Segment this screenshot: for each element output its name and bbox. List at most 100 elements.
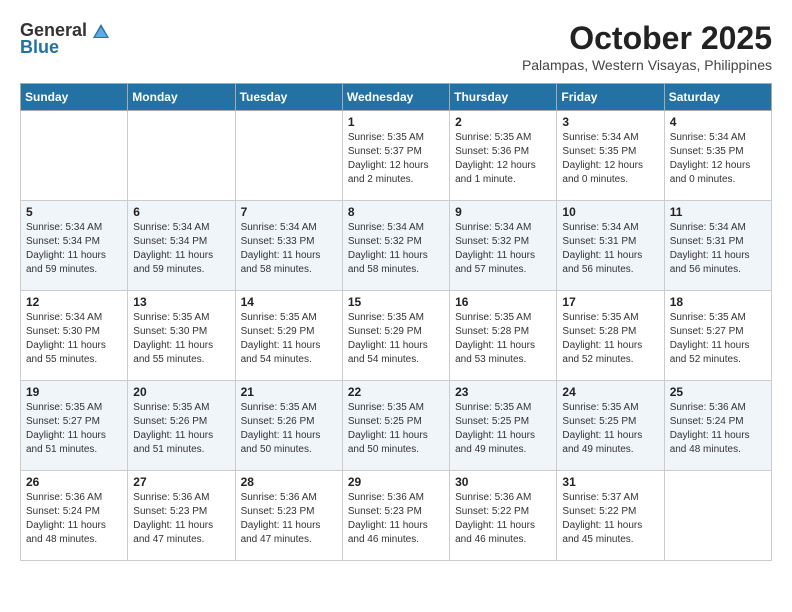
day-number: 2 <box>455 115 551 129</box>
calendar-cell <box>664 471 771 561</box>
calendar-cell: 21 Sunrise: 5:35 AM Sunset: 5:26 PM Dayli… <box>235 381 342 471</box>
calendar-cell <box>235 111 342 201</box>
logo-blue: Blue <box>20 37 59 58</box>
day-info: Sunrise: 5:36 AM Sunset: 5:24 PM Dayligh… <box>26 491 122 547</box>
col-header-sunday: Sunday <box>21 84 128 111</box>
calendar-cell: 29 Sunrise: 5:36 AM Sunset: 5:23 PM Dayli… <box>342 471 449 561</box>
week-row-4: 19 Sunrise: 5:35 AM Sunset: 5:27 PM Dayli… <box>21 381 772 471</box>
day-info: Sunrise: 5:35 AM Sunset: 5:30 PM Dayligh… <box>133 311 229 367</box>
col-header-saturday: Saturday <box>664 84 771 111</box>
day-info: Sunrise: 5:34 AM Sunset: 5:35 PM Dayligh… <box>670 131 766 187</box>
day-number: 6 <box>133 205 229 219</box>
day-info: Sunrise: 5:35 AM Sunset: 5:27 PM Dayligh… <box>670 311 766 367</box>
calendar-cell: 20 Sunrise: 5:35 AM Sunset: 5:26 PM Dayli… <box>128 381 235 471</box>
calendar-cell: 10 Sunrise: 5:34 AM Sunset: 5:31 PM Dayli… <box>557 201 664 291</box>
calendar-cell: 9 Sunrise: 5:34 AM Sunset: 5:32 PM Daylig… <box>450 201 557 291</box>
calendar-cell: 15 Sunrise: 5:35 AM Sunset: 5:29 PM Dayli… <box>342 291 449 381</box>
calendar-cell: 18 Sunrise: 5:35 AM Sunset: 5:27 PM Dayli… <box>664 291 771 381</box>
calendar-cell: 6 Sunrise: 5:34 AM Sunset: 5:34 PM Daylig… <box>128 201 235 291</box>
day-info: Sunrise: 5:34 AM Sunset: 5:32 PM Dayligh… <box>455 221 551 277</box>
day-info: Sunrise: 5:35 AM Sunset: 5:26 PM Dayligh… <box>241 401 337 457</box>
day-info: Sunrise: 5:34 AM Sunset: 5:34 PM Dayligh… <box>26 221 122 277</box>
day-number: 29 <box>348 475 444 489</box>
day-number: 28 <box>241 475 337 489</box>
day-info: Sunrise: 5:35 AM Sunset: 5:25 PM Dayligh… <box>455 401 551 457</box>
col-header-wednesday: Wednesday <box>342 84 449 111</box>
day-info: Sunrise: 5:35 AM Sunset: 5:28 PM Dayligh… <box>455 311 551 367</box>
calendar-cell: 22Sunrise: 5:35 AM Sunset: 5:25 PM Dayli… <box>342 381 449 471</box>
col-header-friday: Friday <box>557 84 664 111</box>
calendar-cell: 31 Sunrise: 5:37 AM Sunset: 5:22 PM Dayli… <box>557 471 664 561</box>
day-info: Sunrise: 5:36 AM Sunset: 5:23 PM Dayligh… <box>348 491 444 547</box>
calendar-cell: 28 Sunrise: 5:36 AM Sunset: 5:23 PM Dayli… <box>235 471 342 561</box>
calendar-cell <box>21 111 128 201</box>
day-info: Sunrise: 5:35 AM Sunset: 5:36 PM Dayligh… <box>455 131 551 187</box>
day-number: 15 <box>348 295 444 309</box>
day-number: 21 <box>241 385 337 399</box>
day-info: Sunrise: 5:36 AM Sunset: 5:23 PM Dayligh… <box>133 491 229 547</box>
calendar-cell: 25 Sunrise: 5:36 AM Sunset: 5:24 PM Dayli… <box>664 381 771 471</box>
day-info: Sunrise: 5:35 AM Sunset: 5:26 PM Dayligh… <box>133 401 229 457</box>
calendar-table: SundayMondayTuesdayWednesdayThursdayFrid… <box>20 83 772 561</box>
week-row-2: 5 Sunrise: 5:34 AM Sunset: 5:34 PM Daylig… <box>21 201 772 291</box>
day-info: Sunrise: 5:35 AM Sunset: 5:25 PM Dayligh… <box>562 401 658 457</box>
day-info: Sunrise: 5:35 AM Sunset: 5:28 PM Dayligh… <box>562 311 658 367</box>
calendar-cell <box>128 111 235 201</box>
day-info: Sunrise: 5:34 AM Sunset: 5:31 PM Dayligh… <box>562 221 658 277</box>
month-title: October 2025 <box>522 20 772 57</box>
col-header-monday: Monday <box>128 84 235 111</box>
day-number: 12 <box>26 295 122 309</box>
day-info: Sunrise: 5:35 AM Sunset: 5:27 PM Dayligh… <box>26 401 122 457</box>
calendar-cell: 17 Sunrise: 5:35 AM Sunset: 5:28 PM Dayli… <box>557 291 664 381</box>
calendar-header-row: SundayMondayTuesdayWednesdayThursdayFrid… <box>21 84 772 111</box>
day-number: 17 <box>562 295 658 309</box>
day-number: 16 <box>455 295 551 309</box>
calendar-cell: 8Sunrise: 5:34 AM Sunset: 5:32 PM Daylig… <box>342 201 449 291</box>
day-info: Sunrise: 5:34 AM Sunset: 5:30 PM Dayligh… <box>26 311 122 367</box>
calendar-cell: 12 Sunrise: 5:34 AM Sunset: 5:30 PM Dayli… <box>21 291 128 381</box>
day-number: 18 <box>670 295 766 309</box>
calendar-cell: 4 Sunrise: 5:34 AM Sunset: 5:35 PM Daylig… <box>664 111 771 201</box>
day-number: 23 <box>455 385 551 399</box>
day-info: Sunrise: 5:34 AM Sunset: 5:35 PM Dayligh… <box>562 131 658 187</box>
week-row-5: 26 Sunrise: 5:36 AM Sunset: 5:24 PM Dayli… <box>21 471 772 561</box>
day-number: 19 <box>26 385 122 399</box>
day-number: 9 <box>455 205 551 219</box>
day-number: 26 <box>26 475 122 489</box>
title-area: October 2025 Palampas, Western Visayas, … <box>522 20 772 73</box>
day-number: 10 <box>562 205 658 219</box>
day-number: 24 <box>562 385 658 399</box>
calendar-cell: 26 Sunrise: 5:36 AM Sunset: 5:24 PM Dayli… <box>21 471 128 561</box>
day-info: Sunrise: 5:35 AM Sunset: 5:29 PM Dayligh… <box>348 311 444 367</box>
day-number: 8 <box>348 205 444 219</box>
day-number: 31 <box>562 475 658 489</box>
calendar-cell: 16 Sunrise: 5:35 AM Sunset: 5:28 PM Dayli… <box>450 291 557 381</box>
day-number: 3 <box>562 115 658 129</box>
logo: General Blue <box>20 20 111 58</box>
col-header-thursday: Thursday <box>450 84 557 111</box>
day-info: Sunrise: 5:36 AM Sunset: 5:22 PM Dayligh… <box>455 491 551 547</box>
day-info: Sunrise: 5:36 AM Sunset: 5:23 PM Dayligh… <box>241 491 337 547</box>
day-info: Sunrise: 5:34 AM Sunset: 5:31 PM Dayligh… <box>670 221 766 277</box>
week-row-3: 12 Sunrise: 5:34 AM Sunset: 5:30 PM Dayli… <box>21 291 772 381</box>
calendar-cell: 24 Sunrise: 5:35 AM Sunset: 5:25 PM Dayli… <box>557 381 664 471</box>
calendar-cell: 5 Sunrise: 5:34 AM Sunset: 5:34 PM Daylig… <box>21 201 128 291</box>
day-info: Sunrise: 5:35 AM Sunset: 5:25 PM Dayligh… <box>348 401 444 457</box>
day-number: 20 <box>133 385 229 399</box>
calendar-cell: 19 Sunrise: 5:35 AM Sunset: 5:27 PM Dayli… <box>21 381 128 471</box>
calendar-cell: 1Sunrise: 5:35 AM Sunset: 5:37 PM Daylig… <box>342 111 449 201</box>
day-number: 4 <box>670 115 766 129</box>
day-info: Sunrise: 5:36 AM Sunset: 5:24 PM Dayligh… <box>670 401 766 457</box>
calendar-cell: 14Sunrise: 5:35 AM Sunset: 5:29 PM Dayli… <box>235 291 342 381</box>
week-row-1: 1Sunrise: 5:35 AM Sunset: 5:37 PM Daylig… <box>21 111 772 201</box>
calendar-cell: 27 Sunrise: 5:36 AM Sunset: 5:23 PM Dayli… <box>128 471 235 561</box>
col-header-tuesday: Tuesday <box>235 84 342 111</box>
calendar-cell: 11 Sunrise: 5:34 AM Sunset: 5:31 PM Dayli… <box>664 201 771 291</box>
day-number: 5 <box>26 205 122 219</box>
day-info: Sunrise: 5:34 AM Sunset: 5:34 PM Dayligh… <box>133 221 229 277</box>
day-number: 25 <box>670 385 766 399</box>
day-number: 27 <box>133 475 229 489</box>
day-info: Sunrise: 5:37 AM Sunset: 5:22 PM Dayligh… <box>562 491 658 547</box>
day-number: 14 <box>241 295 337 309</box>
day-number: 11 <box>670 205 766 219</box>
